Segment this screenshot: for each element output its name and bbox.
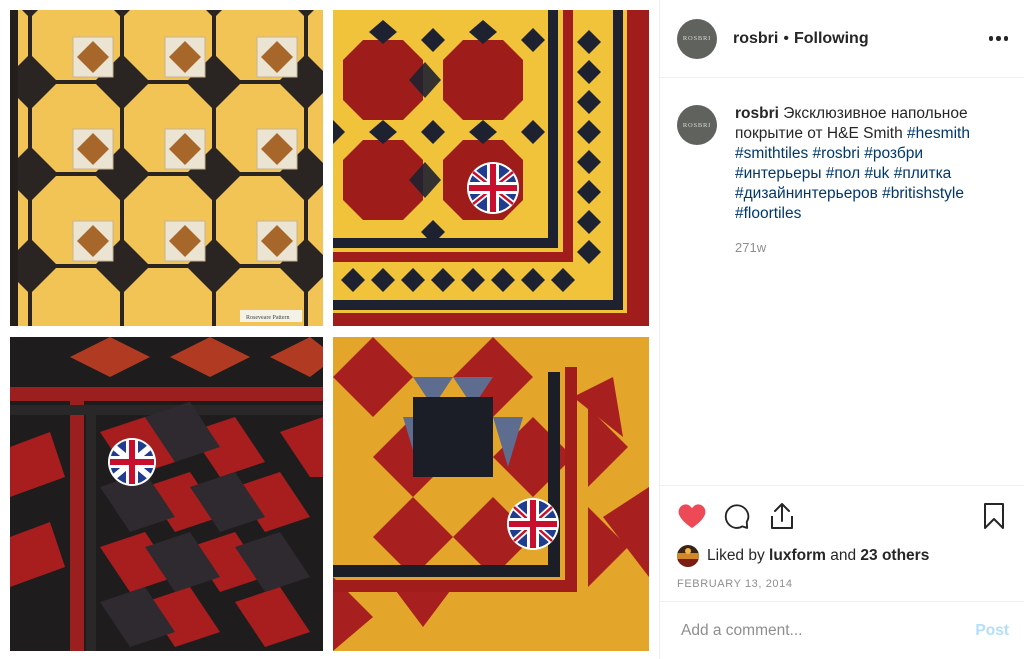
hashtag[interactable]: #smithtiles (735, 145, 808, 162)
heart-filled-icon[interactable] (677, 501, 707, 531)
comment-box: Post (660, 601, 1024, 659)
post-comment-button[interactable]: Post (975, 622, 1009, 640)
hashtag[interactable]: #floortiles (735, 205, 801, 222)
action-bar (677, 487, 1009, 545)
photo-label: Roseveare Pattern (246, 315, 289, 321)
caption-row: ROSBRI rosbri Эксклюзивное напольное пок… (677, 104, 1009, 258)
hashtag[interactable]: #плитка (894, 165, 952, 182)
liker-username[interactable]: luxform (769, 547, 826, 565)
photo-red-black-diagonal (10, 337, 323, 651)
hashtag[interactable]: #britishstyle (882, 185, 964, 202)
follow-status-button[interactable]: Following (794, 30, 869, 48)
hashtag[interactable]: #hesmith (907, 125, 970, 142)
caption-area: ROSBRI rosbri Эксклюзивное напольное пок… (660, 79, 1024, 485)
hashtag[interactable]: #пол (826, 165, 860, 182)
share-icon[interactable] (767, 501, 797, 531)
post-date[interactable]: February 13, 2014 (677, 578, 1009, 590)
likes-summary: Liked by luxform and 23 others (677, 545, 1009, 567)
hashtag[interactable]: #rosbri (813, 145, 860, 162)
liker-avatar[interactable] (677, 545, 699, 567)
more-horizontal-icon[interactable] (988, 30, 1008, 47)
hashtag[interactable]: #дизайнинтерьеров (735, 185, 878, 202)
photo-red-octagon-border (333, 10, 649, 326)
likes-others-link[interactable]: 23 others (860, 547, 929, 565)
hashtag[interactable]: #розбри (864, 145, 923, 162)
photo-yellow-star-pattern (333, 337, 649, 651)
caption-avatar-text: ROSBRI (682, 121, 712, 129)
header-separator: • (783, 29, 789, 47)
caption-text: rosbri Эксклюзивное напольное покрытие о… (735, 104, 997, 258)
caption-timestamp[interactable]: 271w (735, 238, 997, 258)
avatar-text: ROSBRI (682, 35, 712, 42)
photo-octagon-tiles: Roseveare Pattern (10, 10, 323, 326)
likes-conjunction: and (830, 547, 857, 564)
bookmark-icon[interactable] (979, 501, 1009, 531)
caption-avatar[interactable]: ROSBRI (677, 105, 717, 145)
comment-icon[interactable] (722, 501, 752, 531)
comment-input[interactable] (681, 621, 976, 640)
likes-prefix: Liked by (707, 547, 765, 564)
post-header: ROSBRI rosbri • Following (660, 0, 1024, 78)
header-username[interactable]: rosbri (733, 30, 778, 48)
caption-username[interactable]: rosbri (735, 105, 779, 122)
hashtag[interactable]: #интерьеры (735, 165, 821, 182)
post-media[interactable]: Roseveare Pattern (0, 0, 659, 659)
hashtag[interactable]: #uk (864, 165, 889, 182)
post-side-panel: ROSBRI rosbri • Following ROSBRI rosbri … (659, 0, 1024, 659)
avatar[interactable]: ROSBRI (677, 18, 717, 59)
